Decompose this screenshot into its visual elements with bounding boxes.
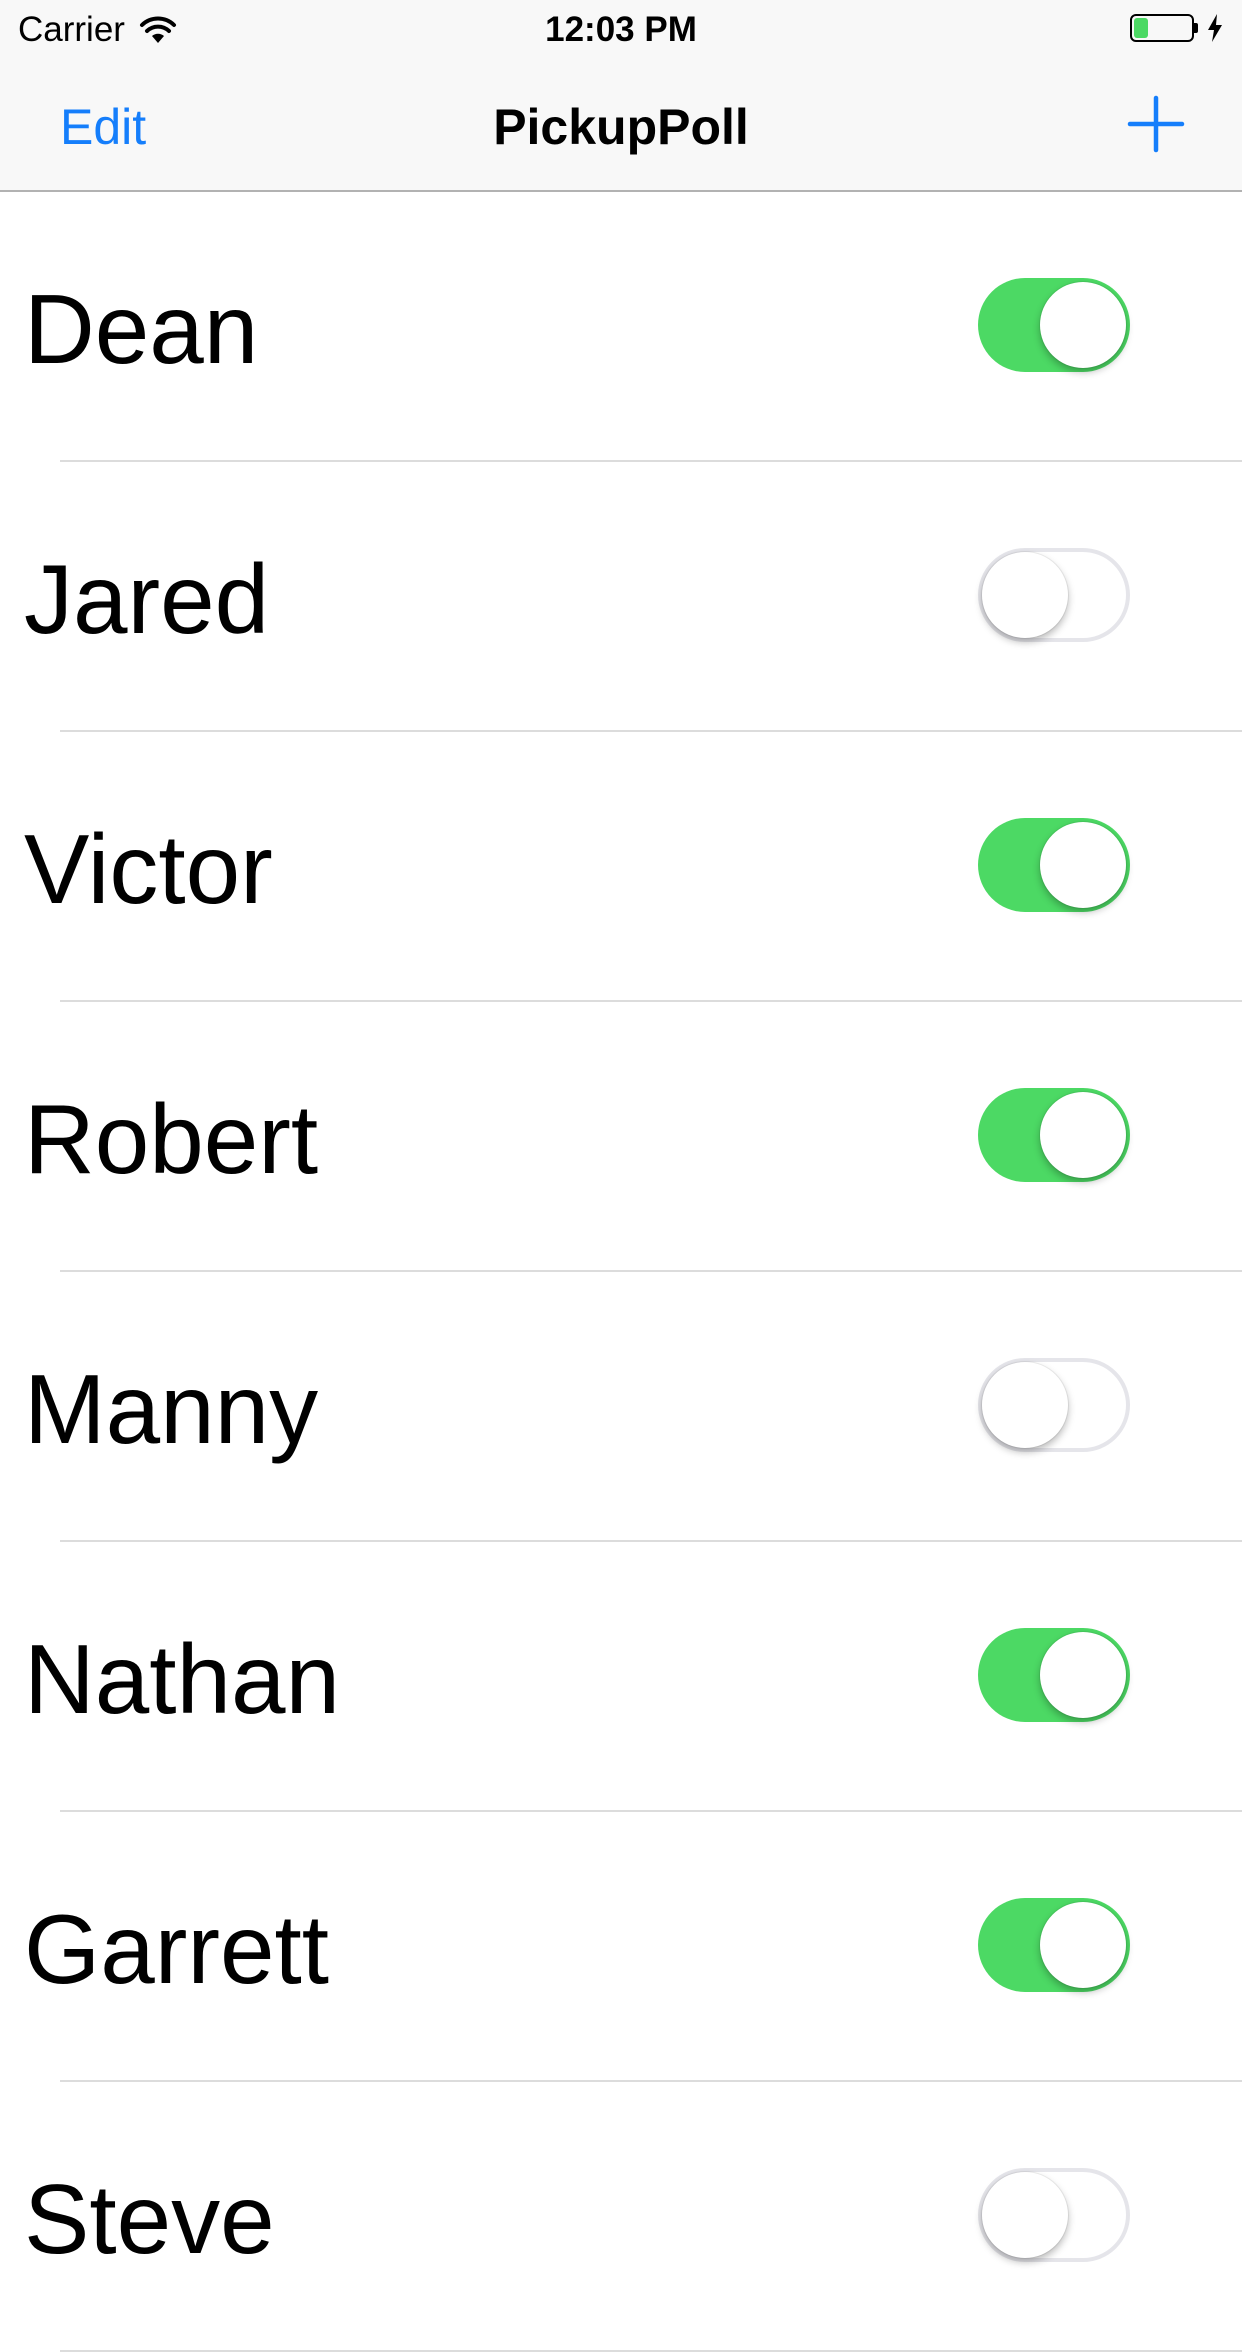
list-item[interactable]: Garrett xyxy=(0,1812,1242,2082)
status-time: 12:03 PM xyxy=(545,10,697,49)
player-name: Robert xyxy=(24,1084,319,1194)
list-item[interactable]: Nathan xyxy=(0,1542,1242,1812)
list-item[interactable]: Victor xyxy=(0,732,1242,1002)
player-toggle-switch[interactable] xyxy=(978,1358,1130,1452)
toggle-knob xyxy=(982,2172,1068,2258)
toggle-knob xyxy=(1040,282,1126,368)
player-list: Dean Jared Victor Robert Manny Nathan Garrett S… xyxy=(0,192,1242,2352)
toggle-knob xyxy=(982,1362,1068,1448)
toggle-knob xyxy=(1040,822,1126,908)
toggle-knob xyxy=(982,552,1068,638)
player-name: Jared xyxy=(24,544,270,654)
battery-fill xyxy=(1134,18,1148,38)
list-item[interactable]: Jared xyxy=(0,462,1242,732)
player-toggle-switch[interactable] xyxy=(978,1628,1130,1722)
battery-indicator xyxy=(1130,14,1224,42)
player-toggle-switch[interactable] xyxy=(978,548,1130,642)
list-item[interactable]: Manny xyxy=(0,1272,1242,1542)
list-item[interactable]: Robert xyxy=(0,1002,1242,1272)
list-item[interactable]: Steve xyxy=(0,2082,1242,2352)
player-name: Steve xyxy=(24,2164,275,2274)
page-title: PickupPoll xyxy=(493,99,749,155)
add-button[interactable] xyxy=(1126,94,1186,154)
player-name: Dean xyxy=(24,274,259,384)
player-toggle-switch[interactable] xyxy=(978,2168,1130,2262)
toggle-knob xyxy=(1040,1902,1126,1988)
list-item[interactable]: Dean xyxy=(0,192,1242,462)
status-bar: Carrier 12:03 PM xyxy=(0,0,1242,60)
player-name: Manny xyxy=(24,1354,319,1464)
navigation-bar: Edit PickupPoll xyxy=(0,60,1242,192)
plus-icon xyxy=(1127,95,1185,153)
player-toggle-switch[interactable] xyxy=(978,1088,1130,1182)
player-toggle-switch[interactable] xyxy=(978,1898,1130,1992)
battery-icon xyxy=(1130,14,1194,42)
toggle-knob xyxy=(1040,1632,1126,1718)
player-name: Victor xyxy=(24,814,273,924)
player-name: Nathan xyxy=(24,1624,341,1734)
charging-bolt-icon xyxy=(1208,14,1222,42)
battery-cap xyxy=(1194,23,1198,33)
toggle-knob xyxy=(1040,1092,1126,1178)
player-name: Garrett xyxy=(24,1894,329,2004)
player-toggle-switch[interactable] xyxy=(978,818,1130,912)
player-toggle-switch[interactable] xyxy=(978,278,1130,372)
